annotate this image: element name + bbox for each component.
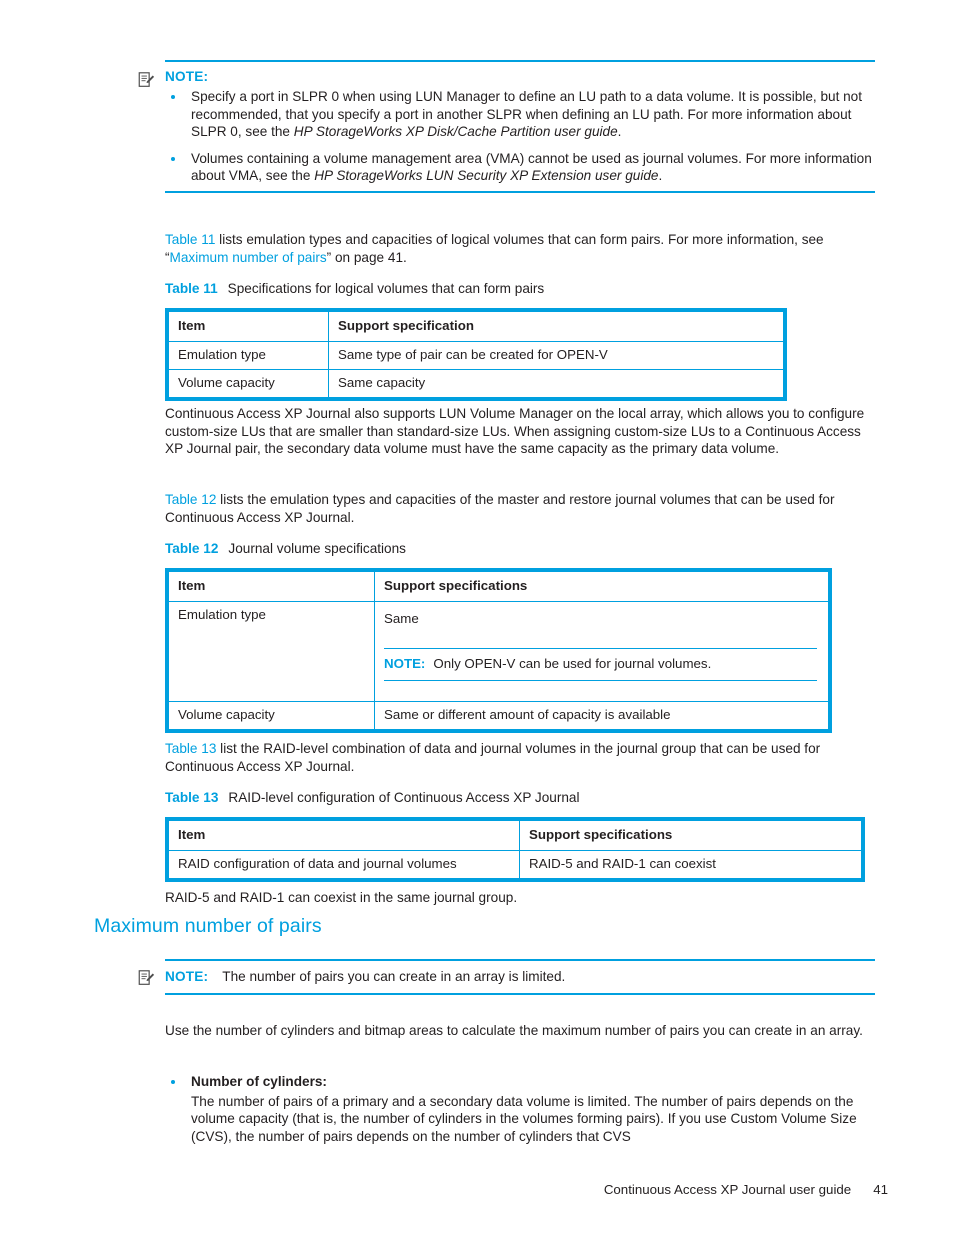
table11-header-item: Item [166,309,329,342]
footer-title: Continuous Access XP Journal user guide [603,1182,852,1197]
table11: Item Support specification Emulation typ… [165,308,787,401]
note-label: NOTE: [165,969,209,984]
intro-text-1: list the RAID-level combination of data … [165,741,821,774]
table11-header-support: Support specification [328,309,786,342]
note-pad-icon [137,969,155,987]
table11-cell-item-1: Volume capacity [166,369,329,400]
table12-value-same: Same [384,611,419,626]
bullet-body-text: The number of pairs of a primary and a s… [191,1093,857,1144]
table-row-header: Item Support specifications [166,818,864,851]
table11-cell-item-0: Emulation type [166,341,329,370]
table12-caption-label: Table 12 [165,541,219,556]
table12-inline-note: NOTE: Only OPEN-V can be used for journal… [384,649,819,680]
table12-caption: Table 12 Journal volume specifications [165,541,406,556]
table-row-header: Item Support specification [166,309,786,342]
paragraph-raid-coexist: RAID-5 and RAID-1 can coexist in the sam… [165,890,518,905]
table-row-header: Item Support specifications [166,569,831,602]
table12-cell-spacer [384,681,819,695]
bullet-text-italic: HP StorageWorks XP Disk/Cache Partition … [293,124,618,140]
table12: Item Support specifications Emulation ty… [165,568,832,733]
note-label: NOTE: [165,69,209,84]
paragraph-use-cylinders: Use the number of cylinders and bitmap a… [165,1023,863,1038]
table-row: Emulation type Same type of pair can be … [166,341,786,370]
bullet-text-italic: HP StorageWorks LUN Security XP Extensio… [314,168,659,184]
table11-cell-value-0: Same type of pair can be created for OPE… [328,341,786,370]
table13-crossref-link[interactable]: Table 13 [165,741,216,756]
table12-crossref-link[interactable]: Table 12 [165,492,216,507]
max-pairs-crossref-link[interactable]: Maximum number of pairs [170,250,327,265]
table12-cell-item-1: Volume capacity [166,701,375,732]
table11-caption-label: Table 11 [165,281,218,296]
table11-caption-text: Specifications for logical volumes that … [227,281,545,296]
table-row: RAID configuration of data and journal v… [166,850,864,881]
list-item: Volumes containing a volume management a… [165,150,875,185]
intro-paragraph-table12: Table 12 lists the emulation types and c… [165,491,865,526]
table-row: Emulation type Same NOTE: Only OPEN-V can… [166,601,831,702]
intro-text-2: ” on page 41. [326,249,407,265]
list-item: Number of cylinders: The number of pairs… [165,1073,870,1145]
table13-header-item: Item [166,818,520,851]
note-block-max-pairs: NOTE: The number of pairs you can create… [138,959,875,995]
table13-header-support: Support specifications [519,818,864,851]
intro-paragraph-table13: Table 13 list the RAID-level combination… [165,740,870,775]
table13-cell-item-0: RAID configuration of data and journal v… [166,850,520,881]
table13-caption-text: RAID-level configuration of Continuous A… [228,790,580,805]
page-footer: Continuous Access XP Journal user guide 4… [604,1182,888,1197]
table11-caption: Table 11 Specifications for logical volum… [165,281,544,296]
table12-cell-item-0: Emulation type [166,601,375,702]
table13-caption-label: Table 13 [165,790,219,805]
list-item: Specify a port in SLPR 0 when using LUN … [165,88,875,141]
note-bottom-rule [165,190,875,193]
page-section-heading: Maximum number of pairs [94,915,322,937]
table13: Item Support specifications RAID configu… [165,817,865,882]
table12-cell-value-1: Same or different amount of capacity is … [374,701,831,732]
page-number: 41 [873,1182,888,1197]
table12-caption-text: Journal volume specifications [228,541,406,556]
paragraph-lun-volume-manager: Continuous Access XP Journal also suppor… [165,406,865,457]
table12-header-support: Support specifications [374,569,831,602]
note-text: The number of pairs you can create in an… [222,969,566,984]
intro-text-1: lists the emulation types and capacities… [165,492,835,525]
note-block-top: NOTE: Specify a port in SLPR 0 when usin… [138,60,875,193]
bullet-title: Number of cylinders: [191,1074,327,1089]
document-page: NOTE: Specify a port in SLPR 0 when usin… [0,0,954,1235]
table11-cell-value-1: Same capacity [328,369,786,400]
bullet-text-post: . [658,168,663,184]
bullet-text-post: . [617,124,622,140]
table-row: Volume capacity Same capacity [166,369,786,400]
table13-caption: Table 13 RAID-level configuration of Cont… [165,790,580,805]
intro-paragraph-table11: Table 11 lists emulation types and capac… [165,231,865,266]
table12-cell-value-0: Same NOTE: Only OPEN-V can be used for jo… [374,601,831,702]
table-row: Volume capacity Same or different amount… [166,701,831,732]
note-pad-icon [137,71,155,89]
cylinders-bullet-list: Number of cylinders: The number of pairs… [165,1073,870,1145]
table11-crossref-link[interactable]: Table 11 [165,232,215,247]
note-label: NOTE: [384,656,426,671]
table12-header-item: Item [166,569,375,602]
table13-cell-value-0: RAID-5 and RAID-1 can coexist [519,850,864,881]
note-top-bullet-list: Specify a port in SLPR 0 when using LUN … [165,88,875,185]
note-text: Only OPEN-V can be used for journal volu… [433,656,712,671]
note-bottom-rule [165,993,875,995]
